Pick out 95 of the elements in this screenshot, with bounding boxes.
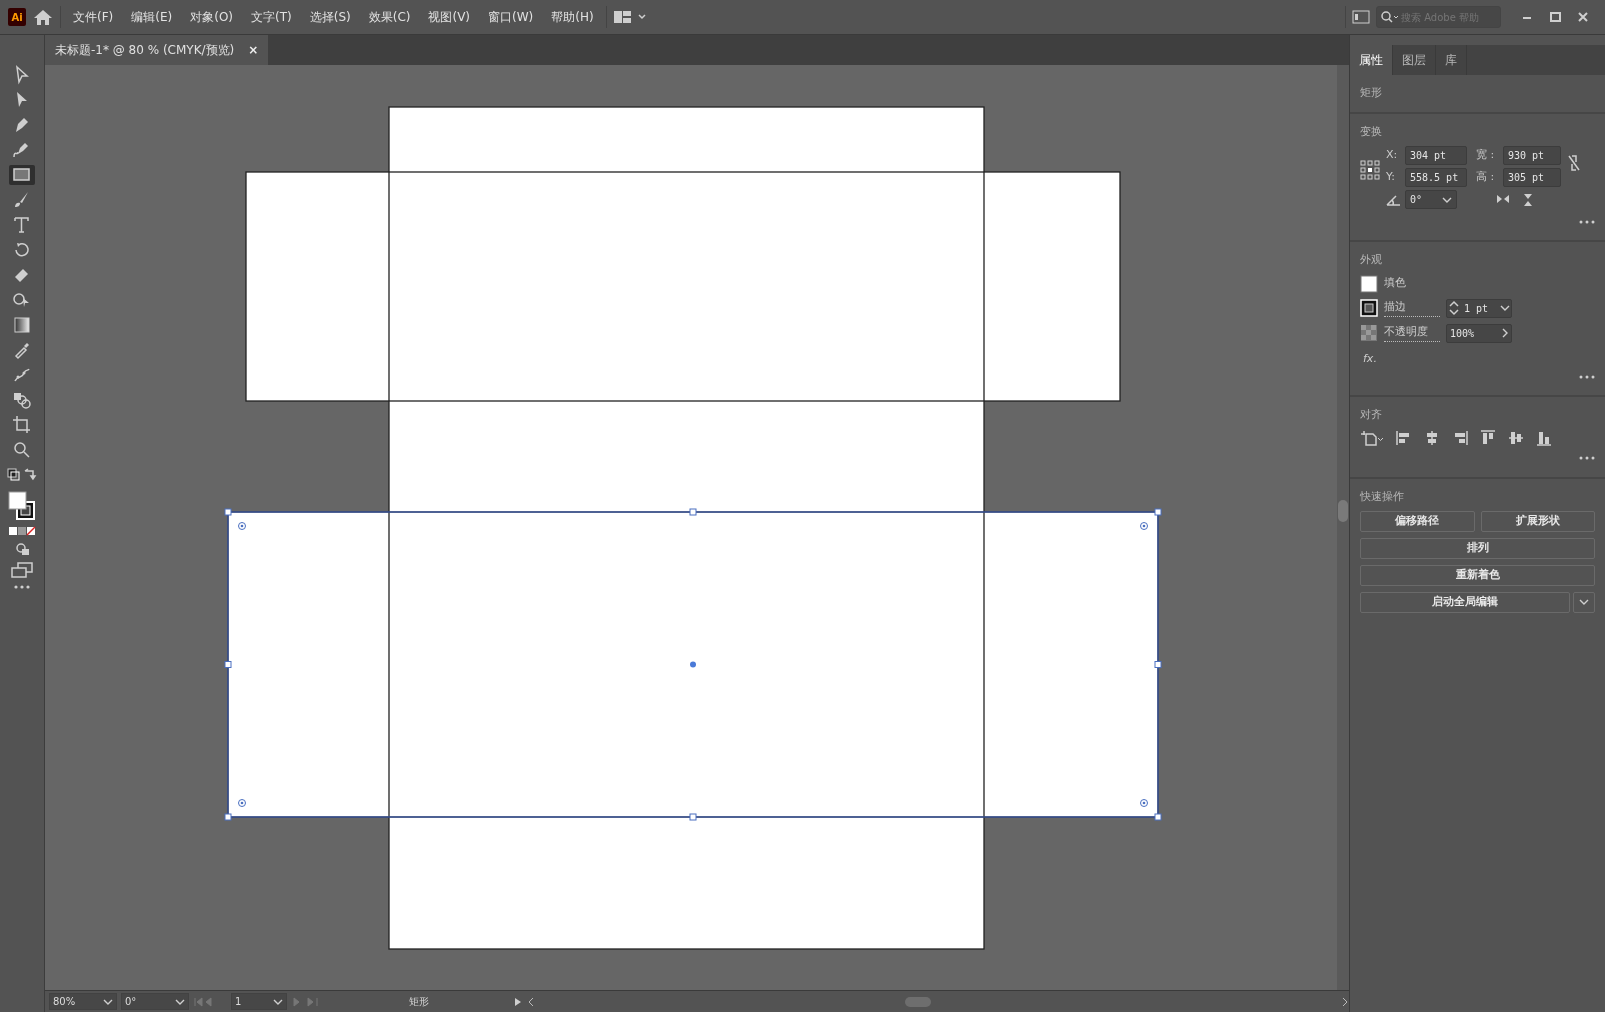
- panel-tab[interactable]: 库: [1436, 45, 1467, 75]
- menu-item[interactable]: 帮助(H): [545, 6, 600, 28]
- menu-item[interactable]: 窗口(W): [482, 6, 540, 28]
- action-button[interactable]: 启动全局编辑: [1360, 592, 1570, 613]
- more-options-icon[interactable]: [1579, 219, 1595, 224]
- dropdown-button[interactable]: [1573, 592, 1595, 613]
- more-tools-icon[interactable]: [13, 584, 31, 590]
- action-button[interactable]: 扩展形状: [1480, 511, 1595, 532]
- section-title: 对齐: [1360, 407, 1383, 423]
- selection-bounding-box[interactable]: [224, 508, 1162, 821]
- artboard-icon: [12, 415, 32, 435]
- search-icon: [1380, 10, 1400, 24]
- action-button[interactable]: 偏移路径: [1360, 511, 1475, 532]
- menu-item[interactable]: 编辑(E): [125, 6, 179, 28]
- align-left-icon[interactable]: [1396, 429, 1412, 446]
- scroll-thumb[interactable]: [1338, 499, 1348, 522]
- close-icon[interactable]: [1575, 11, 1591, 23]
- field-label: X:: [1386, 147, 1399, 164]
- align-bottom-icon[interactable]: [1536, 429, 1552, 446]
- field-label: 高 :: [1476, 169, 1496, 186]
- field-label[interactable]: 不透明度: [1384, 324, 1440, 342]
- scroll-thumb[interactable]: [904, 996, 931, 1007]
- vertical-scrollbar[interactable]: [1337, 65, 1349, 990]
- maximize-icon[interactable]: [1547, 11, 1563, 23]
- eyedropper-icon: [12, 340, 32, 360]
- field-label: 宽 :: [1476, 147, 1496, 164]
- checkerboard-icon[interactable]: [1360, 324, 1378, 342]
- panel-toggle-icon[interactable]: [1352, 10, 1370, 24]
- rotation-field[interactable]: 0°: [121, 993, 189, 1010]
- caret-icon: [273, 997, 283, 1006]
- angle-field[interactable]: 0°: [1405, 190, 1457, 209]
- action-button[interactable]: 重新着色: [1360, 565, 1595, 586]
- zoom-icon: [12, 440, 32, 460]
- default-colors-icon[interactable]: [7, 468, 37, 484]
- align-horizontal-center-icon[interactable]: [1424, 429, 1440, 446]
- fill-stroke-swatch-icon[interactable]: [7, 490, 37, 520]
- screen-mode-icon[interactable]: [11, 562, 33, 578]
- input-field[interactable]: 558.5 pt: [1405, 168, 1467, 187]
- panel-tab[interactable]: 图层: [1393, 45, 1436, 75]
- section-title: 外观: [1360, 252, 1383, 268]
- type-tool-icon: [12, 215, 32, 235]
- fill-swatch-icon[interactable]: [1360, 274, 1378, 293]
- status-tool-label: 矩形: [409, 996, 429, 1007]
- menu-item[interactable]: 对象(O): [184, 6, 240, 28]
- field-label[interactable]: 描边: [1384, 299, 1440, 317]
- home-icon[interactable]: [32, 7, 54, 27]
- field-label: 填色: [1384, 275, 1407, 292]
- section-title: 变换: [1360, 123, 1383, 140]
- caret-icon: [103, 997, 113, 1006]
- fx-button[interactable]: fx.: [1363, 351, 1377, 365]
- gradient-icon: [12, 315, 32, 335]
- align-top-icon[interactable]: [1480, 429, 1496, 446]
- app-logo: Ai: [8, 8, 26, 26]
- more-options-icon[interactable]: [1579, 456, 1595, 460]
- caret-icon: [1499, 304, 1511, 312]
- object-type-label: 矩形: [1360, 85, 1383, 101]
- menu-item[interactable]: 文件(F): [67, 6, 120, 28]
- stroke-weight-field[interactable]: 1 pt: [1446, 298, 1512, 318]
- flip-vertical-icon[interactable]: [1522, 192, 1534, 207]
- zoom-field[interactable]: 80%: [49, 993, 117, 1010]
- document-tab[interactable]: 未标题-1* @ 80 % (CMYK/预览) ×: [45, 35, 269, 65]
- draw-mode-icon[interactable]: [14, 542, 30, 556]
- caret-icon: [1579, 598, 1589, 607]
- caret-icon: [175, 997, 185, 1006]
- close-button[interactable]: ×: [248, 41, 259, 59]
- artboard-field[interactable]: 1: [231, 993, 287, 1010]
- flip-horizontal-icon[interactable]: [1496, 192, 1510, 205]
- align-vertical-center-icon[interactable]: [1508, 429, 1524, 446]
- play-icon[interactable]: [513, 996, 523, 1007]
- tool-button[interactable]: [9, 165, 35, 185]
- more-options-icon[interactable]: [1579, 374, 1595, 379]
- field-label: Y:: [1386, 169, 1396, 186]
- blend-icon: [12, 390, 32, 410]
- align-to-dropdown-icon[interactable]: [1360, 429, 1384, 446]
- angle-icon: [1386, 193, 1402, 206]
- color-mode-icon[interactable]: [8, 526, 36, 536]
- menu-item[interactable]: 选择(S): [303, 6, 357, 28]
- menu-item[interactable]: 文字(T): [245, 6, 298, 28]
- opacity-field[interactable]: 100%: [1446, 323, 1512, 343]
- input-field[interactable]: 930 pt: [1503, 146, 1561, 165]
- link-icon[interactable]: [1567, 154, 1581, 172]
- menu-item[interactable]: 视图(V): [422, 6, 477, 28]
- section-title: 快速操作: [1360, 488, 1405, 505]
- action-button[interactable]: 排列: [1360, 538, 1595, 559]
- caret-icon: [1442, 195, 1452, 204]
- stepper-icon[interactable]: [1447, 300, 1461, 316]
- align-right-icon[interactable]: [1452, 429, 1468, 446]
- menu-item[interactable]: 效果(C): [362, 6, 417, 28]
- workspace-switcher-icon[interactable]: [612, 9, 649, 25]
- input-field[interactable]: 305 pt: [1503, 168, 1561, 187]
- input-field[interactable]: 304 pt: [1405, 146, 1467, 165]
- panel-tab[interactable]: 属性: [1350, 45, 1393, 75]
- stroke-swatch-icon[interactable]: [1360, 299, 1378, 317]
- reference-point-icon[interactable]: [1360, 160, 1380, 180]
- rectangles-drawing[interactable]: [227, 106, 1159, 950]
